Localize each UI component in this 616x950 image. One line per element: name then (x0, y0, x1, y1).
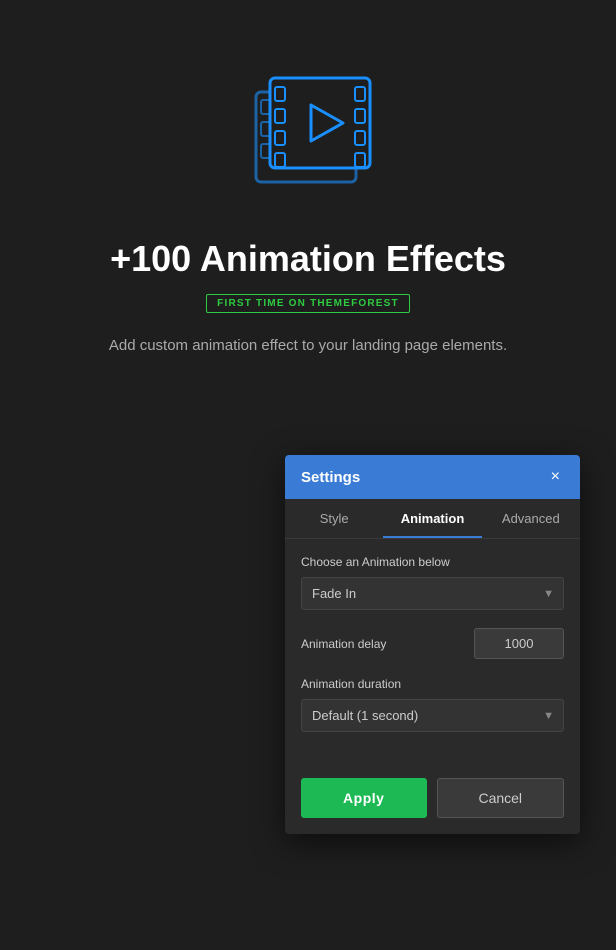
animation-select[interactable]: Fade In Fade Out Slide In Bounce Zoom In (301, 577, 564, 610)
hero-description: Add custom animation effect to your land… (109, 335, 507, 358)
tab-style[interactable]: Style (285, 499, 383, 538)
modal-header: Settings × (285, 455, 580, 499)
modal-body: Choose an Animation below Fade In Fade O… (285, 539, 580, 766)
duration-select-wrapper: Default (1 second) 0.5 seconds 1.5 secon… (301, 699, 564, 732)
modal-close-button[interactable]: × (547, 467, 564, 487)
animation-choose-label: Choose an Animation below (301, 555, 564, 569)
duration-select[interactable]: Default (1 second) 0.5 seconds 1.5 secon… (301, 699, 564, 732)
settings-modal: Settings × Style Animation Advanced Choo… (285, 455, 580, 834)
apply-button[interactable]: Apply (301, 778, 427, 818)
hero-badge: FIRST TIME ON THEMEFOREST (206, 294, 410, 313)
modal-tabs: Style Animation Advanced (285, 499, 580, 539)
tab-animation[interactable]: Animation (383, 499, 481, 538)
hero-title: +100 Animation Effects (110, 238, 506, 280)
duration-label: Animation duration (301, 677, 564, 691)
delay-row: Animation delay (301, 628, 564, 659)
hero-section: +100 Animation Effects FIRST TIME ON THE… (0, 0, 616, 358)
cancel-button[interactable]: Cancel (437, 778, 565, 818)
modal-title: Settings (301, 469, 360, 486)
delay-label: Animation delay (301, 637, 386, 651)
animation-select-wrapper: Fade In Fade Out Slide In Bounce Zoom In… (301, 577, 564, 610)
tab-advanced[interactable]: Advanced (482, 499, 580, 538)
delay-input[interactable] (474, 628, 564, 659)
modal-footer: Apply Cancel (285, 766, 580, 834)
film-icon (228, 50, 388, 210)
